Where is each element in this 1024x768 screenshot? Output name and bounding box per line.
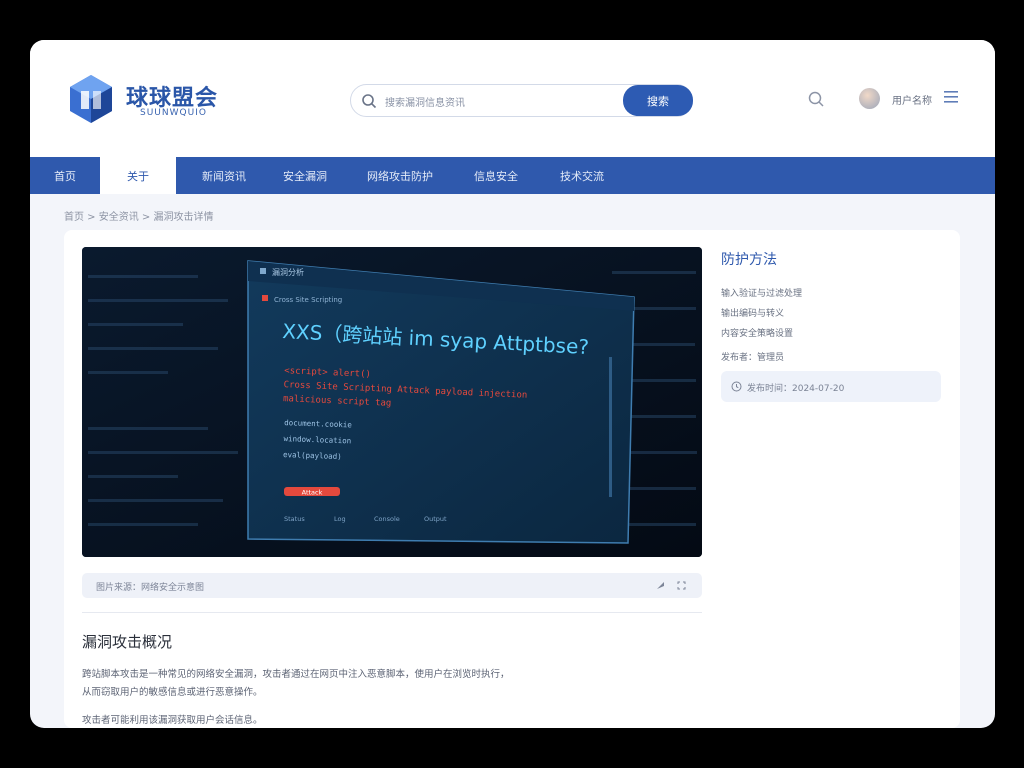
sidebar-item[interactable]: 输入验证与过滤处理	[721, 286, 802, 299]
hero-footer-item: Output	[424, 515, 447, 523]
expand-icon[interactable]	[677, 581, 686, 590]
hero-image: 漏洞分析 Cross Site Scripting XXS（跨站站 im sya…	[82, 247, 702, 557]
main-nav: 首页 关于 新闻资讯 安全漏洞 网络攻击防护 信息安全 技术交流	[30, 157, 995, 194]
nav-item-tech-exchange[interactable]: 技术交流	[542, 157, 622, 194]
sidebar-item[interactable]: 内容安全策略设置	[721, 326, 793, 339]
search-placeholder: 搜索漏洞信息资讯	[385, 98, 465, 109]
username[interactable]: 用户名称	[892, 92, 932, 107]
hero-footer-item: Status	[284, 515, 305, 523]
header: 球球盟会 SUUNWQUIO 搜索漏洞信息资讯 搜索 用户名称	[30, 40, 995, 157]
hero-window-subtitle: Cross Site Scripting	[274, 296, 342, 304]
breadcrumb[interactable]: 首页 > 安全资讯 > 漏洞攻击详情	[64, 208, 213, 223]
image-caption: 图片来源：网络安全示意图	[96, 583, 205, 593]
brand-logo-icon[interactable]	[64, 72, 118, 126]
nav-item-home[interactable]: 首页	[30, 157, 100, 194]
nav-item-about[interactable]: 关于	[100, 157, 176, 194]
avatar[interactable]	[859, 88, 880, 109]
article-title: 漏洞攻击概况	[82, 633, 173, 651]
sidebar-item[interactable]: 输出编码与转义	[721, 306, 784, 319]
nav-item-attack-protection[interactable]: 网络攻击防护	[350, 157, 450, 194]
nav-item-info-security[interactable]: 信息安全	[450, 157, 542, 194]
clock-icon	[731, 381, 742, 392]
brand-subtitle: SUUNWQUIO	[140, 108, 207, 118]
divider	[82, 612, 702, 613]
publish-date: 发布时间：2024-07-20	[747, 384, 845, 394]
search-icon[interactable]	[807, 90, 825, 108]
article-paragraph: 跨站脚本攻击是一种常见的网络安全漏洞，攻击者通过在网页中注入恶意脚本，使用户在浏…	[82, 669, 510, 680]
hero-window-title: 漏洞分析	[272, 267, 304, 277]
hero-footer-item: Log	[334, 515, 346, 523]
sidebar-author: 发布者：管理员	[721, 353, 785, 363]
sidebar-title: 防护方法	[721, 252, 777, 268]
nav-item-news[interactable]: 新闻资讯	[180, 157, 268, 194]
hero-footer-item: Console	[374, 515, 400, 523]
share-icon[interactable]	[656, 581, 665, 590]
article-paragraph: 攻击者可能利用该漏洞获取用户会话信息。	[82, 715, 263, 726]
image-caption-bar: 图片来源：网络安全示意图	[82, 573, 702, 598]
search-button[interactable]: 搜索	[623, 85, 693, 116]
hero-action-label: Attack	[302, 489, 323, 497]
article-paragraph: 从而窃取用户的敏感信息或进行恶意操作。	[82, 687, 263, 698]
publish-date-box: 发布时间：2024-07-20	[721, 371, 941, 402]
nav-item-vulnerabilities[interactable]: 安全漏洞	[260, 157, 350, 194]
search-icon	[362, 94, 377, 109]
content-card: 漏洞分析 Cross Site Scripting XXS（跨站站 im sya…	[64, 230, 960, 728]
browser-window: 球球盟会 SUUNWQUIO 搜索漏洞信息资讯 搜索 用户名称 首页 关于 新闻…	[30, 40, 995, 728]
menu-icon[interactable]	[944, 91, 958, 103]
